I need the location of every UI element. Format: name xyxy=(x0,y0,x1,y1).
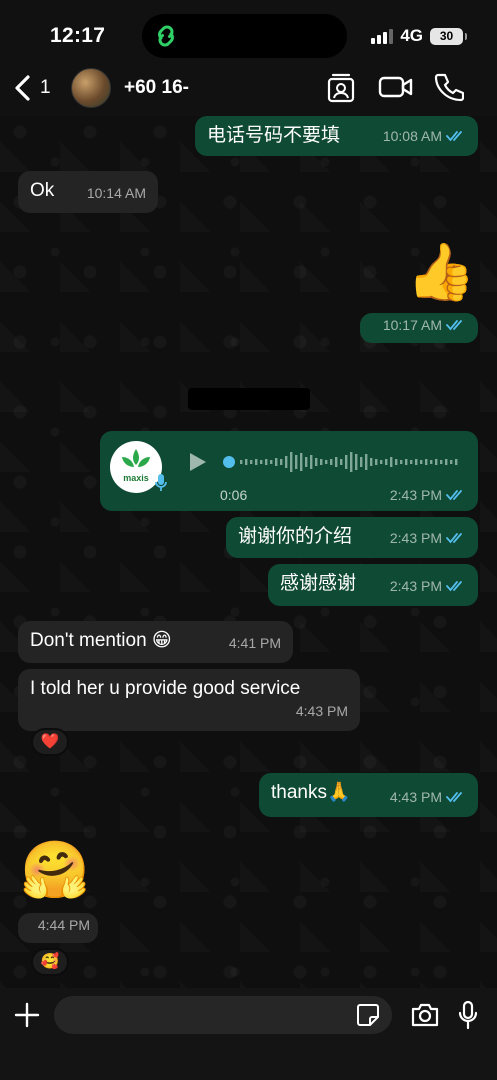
read-ticks-icon xyxy=(446,490,462,501)
message-incoming[interactable]: I told her u provide good service 4:43 P… xyxy=(18,669,360,731)
message-text: 感谢感谢 xyxy=(280,573,357,594)
message-meta: 10:17 AM xyxy=(383,313,466,337)
message-meta: 4:43 PM xyxy=(390,785,466,809)
message-meta: 4:43 PM xyxy=(296,699,348,723)
plus-icon[interactable] xyxy=(14,1002,40,1028)
video-call-icon[interactable] xyxy=(378,72,414,102)
unread-back-count[interactable]: 1 xyxy=(40,77,51,99)
message-text: Don't mention 😁 xyxy=(30,630,172,651)
read-ticks-icon xyxy=(446,792,462,803)
mic-icon[interactable] xyxy=(458,1000,478,1030)
message-outgoing[interactable]: thanks🙏 4:43 PM xyxy=(259,773,478,817)
message-time: 10:08 AM xyxy=(382,128,442,144)
message-text: 谢谢你的介绍 xyxy=(238,526,353,547)
message-meta: 10:08 AM xyxy=(383,124,466,148)
emoji-message[interactable]: 👍 xyxy=(406,242,476,302)
back-chevron-icon[interactable] xyxy=(12,74,34,102)
message-meta: 4:44 PM xyxy=(38,913,90,937)
dynamic-island xyxy=(142,14,347,58)
network-type: 4G xyxy=(400,26,423,45)
message-meta: 4:41 PM xyxy=(229,631,281,655)
redacted-block xyxy=(188,388,310,410)
message-outgoing-time: 10:17 AM xyxy=(360,313,478,343)
message-time: 2:43 PM xyxy=(389,578,442,594)
message-meta: 10:14 AM xyxy=(87,181,146,205)
play-icon[interactable] xyxy=(188,451,208,473)
chat-header: 1 +60 16- xyxy=(0,60,497,116)
message-time: 2:43 PM xyxy=(389,530,442,546)
phone-call-icon[interactable] xyxy=(434,72,464,102)
message-text: Ok xyxy=(30,180,55,201)
read-ticks-icon xyxy=(446,320,462,331)
message-text: 电话号码不要填 xyxy=(207,125,341,146)
read-ticks-icon xyxy=(446,581,462,592)
mic-badge-icon xyxy=(155,474,167,491)
emoji-message[interactable]: 🤗 xyxy=(20,840,90,900)
message-text: I told her u provide good service xyxy=(30,678,301,699)
waveform[interactable] xyxy=(222,449,462,475)
message-input[interactable] xyxy=(54,996,392,1034)
message-composer xyxy=(0,988,497,1080)
signal-icon xyxy=(371,28,394,44)
message-time: 10:14 AM xyxy=(86,185,146,201)
message-reaction[interactable]: ❤️ xyxy=(31,728,69,756)
contact-card-icon[interactable] xyxy=(326,72,356,104)
message-text: thanks🙏 xyxy=(271,782,351,803)
message-incoming[interactable]: Don't mention 😁 4:41 PM xyxy=(18,621,293,663)
camera-icon[interactable] xyxy=(410,1002,440,1028)
message-time: 4:41 PM xyxy=(228,635,281,651)
contact-avatar[interactable] xyxy=(71,68,111,108)
read-ticks-icon xyxy=(446,533,462,544)
message-reaction[interactable]: 🥰 xyxy=(31,948,69,976)
link-activity-icon xyxy=(158,25,174,47)
sticker-icon[interactable] xyxy=(356,1003,380,1027)
voice-duration: 0:06 xyxy=(220,487,248,503)
voice-message[interactable]: maxis 0:06 2:43 PM xyxy=(100,431,478,511)
message-outgoing[interactable]: 谢谢你的介绍 2:43 PM xyxy=(226,517,478,558)
message-meta: 2:43 PM xyxy=(390,574,466,598)
chat-screen: 12:17 4G 30 1 +60 16- 电话号码不要填 10:08 AM O… xyxy=(0,0,497,1080)
message-incoming[interactable]: Ok 10:14 AM xyxy=(18,171,158,213)
message-time: 10:17 AM xyxy=(382,317,442,333)
message-time: 4:43 PM xyxy=(295,703,348,719)
status-indicators: 4G 30 xyxy=(371,26,467,46)
read-ticks-icon xyxy=(446,131,462,142)
message-time: 4:44 PM xyxy=(37,917,90,933)
message-incoming-time: 4:44 PM xyxy=(18,913,98,943)
battery-icon: 30 xyxy=(430,27,467,45)
contact-name[interactable]: +60 16- xyxy=(124,77,189,99)
message-meta: 2:43 PM xyxy=(390,487,466,503)
message-time: 2:43 PM xyxy=(389,487,442,503)
message-time: 4:43 PM xyxy=(389,789,442,805)
message-meta: 2:43 PM xyxy=(390,526,466,550)
message-outgoing[interactable]: 感谢感谢 2:43 PM xyxy=(268,564,478,606)
message-outgoing[interactable]: 电话号码不要填 10:08 AM xyxy=(195,116,478,156)
status-time: 12:17 xyxy=(50,24,106,47)
